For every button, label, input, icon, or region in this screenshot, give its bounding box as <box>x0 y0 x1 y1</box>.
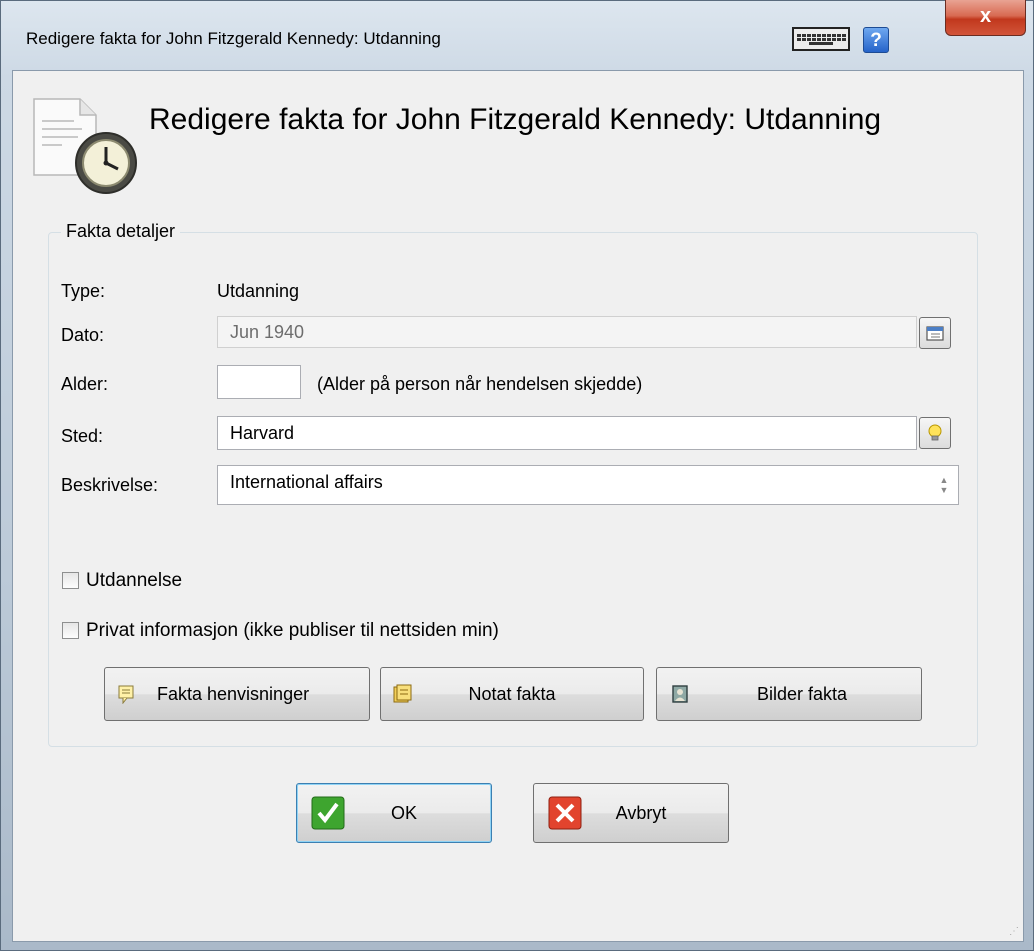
description-label: Beskrivelse: <box>61 475 159 495</box>
cancel-button[interactable]: Avbryt <box>533 783 729 843</box>
fact-details-group-label: Fakta detaljer <box>61 221 181 242</box>
edit-fact-dialog: Redigere fakta for John Fitzgerald Kenne… <box>0 0 1034 951</box>
age-hint: (Alder på person når hendelsen skjedde) <box>317 374 643 394</box>
cancel-button-label: Avbryt <box>615 802 667 823</box>
age-label: Alder: <box>61 374 109 394</box>
help-icon[interactable]: ? <box>863 27 889 53</box>
fact-notes-button[interactable]: Notat fakta <box>380 667 644 721</box>
date-field[interactable]: Jun 1940 <box>217 316 917 348</box>
close-icon: x <box>979 5 992 27</box>
place-value: Harvard <box>230 422 295 443</box>
resize-grip[interactable]: ⋰ <box>1009 926 1019 937</box>
page-title: Redigere fakta for John Fitzgerald Kenne… <box>149 103 882 136</box>
window-title: Redigere fakta for John Fitzgerald Kenne… <box>26 29 441 48</box>
citation-icon <box>118 685 134 704</box>
calendar-icon <box>926 326 944 341</box>
private-info-checkbox[interactable] <box>62 622 79 639</box>
date-label: Dato: <box>61 325 105 345</box>
close-button[interactable]: x <box>945 0 1026 36</box>
place-label: Sted: <box>61 426 104 446</box>
private-info-checkbox-label[interactable]: Privat informasjon (ikke publiser til ne… <box>86 620 499 642</box>
type-label: Type: <box>61 281 106 301</box>
place-lookup-button[interactable] <box>919 417 951 449</box>
fact-images-button[interactable]: Bilder fakta <box>656 667 922 721</box>
date-picker-button[interactable] <box>919 317 951 349</box>
age-field[interactable] <box>217 365 301 399</box>
dialog-client-area: Redigere fakta for John Fitzgerald Kenne… <box>12 70 1024 942</box>
fact-sources-button-label: Fakta henvisninger <box>157 683 310 704</box>
scroll-down-icon[interactable]: ▼ <box>940 485 949 495</box>
description-field[interactable]: International affairs <box>217 465 959 505</box>
description-scroll-spinner[interactable]: ▲ ▼ <box>930 465 958 505</box>
title-bar[interactable]: Redigere fakta for John Fitzgerald Kenne… <box>0 0 1034 70</box>
fact-clock-document-icon <box>33 98 137 194</box>
description-value: International affairs <box>230 472 383 492</box>
fact-notes-button-label: Notat fakta <box>468 683 556 704</box>
keyboard-icon[interactable] <box>792 27 850 51</box>
ok-button[interactable]: OK <box>296 783 492 843</box>
place-field[interactable]: Harvard <box>217 416 917 450</box>
fact-sources-button[interactable]: Fakta henvisninger <box>104 667 370 721</box>
fact-images-button-label: Bilder fakta <box>756 683 848 704</box>
ok-button-label: OK <box>390 802 417 823</box>
scroll-up-icon[interactable]: ▲ <box>940 475 949 485</box>
lightbulb-icon <box>928 424 942 441</box>
education-checkbox[interactable] <box>62 572 79 589</box>
date-value: Jun 1940 <box>230 321 305 342</box>
education-checkbox-label[interactable]: Utdannelse <box>86 570 182 592</box>
type-value: Utdanning <box>217 281 300 301</box>
